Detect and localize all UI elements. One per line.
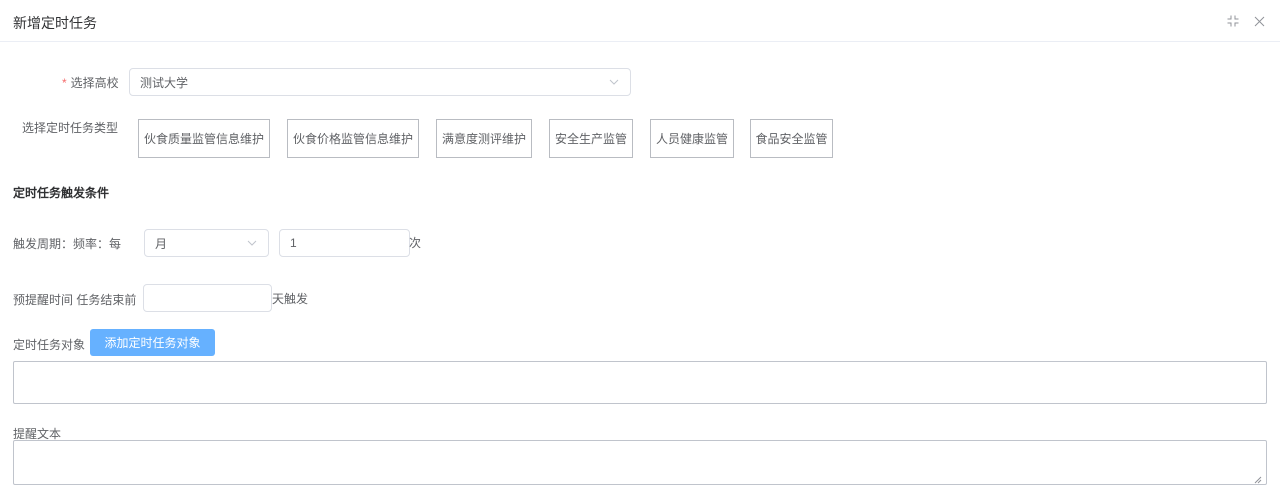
- period-select-value: 月: [155, 236, 168, 251]
- task-type-option-3[interactable]: 满意度测评维护: [436, 119, 532, 158]
- trigger-section-title: 定时任务触发条件: [13, 186, 110, 200]
- target-label: 定时任务对象: [13, 338, 86, 352]
- task-type-option-6[interactable]: 食品安全监管: [750, 119, 833, 158]
- compress-icon[interactable]: [1226, 14, 1240, 28]
- header-actions: [1226, 14, 1266, 28]
- reminder-row-label: 预提醒时间 任务结束前: [13, 291, 136, 308]
- target-list-box[interactable]: [13, 361, 1267, 404]
- cycle-label: 触发周期：: [13, 237, 74, 251]
- chevron-down-icon: [246, 237, 258, 249]
- reminder-suffix: 天触发: [272, 292, 309, 306]
- school-label: * 选择高校: [62, 74, 119, 91]
- school-label-text: 选择高校: [70, 76, 119, 90]
- school-select-value: 测试大学: [140, 75, 189, 90]
- school-select[interactable]: 测试大学: [129, 68, 631, 96]
- chevron-down-icon: [608, 76, 620, 88]
- every-label: 每: [109, 237, 122, 251]
- times-suffix: 次: [409, 236, 422, 250]
- required-mark: *: [62, 76, 67, 90]
- close-icon[interactable]: [1252, 14, 1266, 28]
- dialog-title: 新增定时任务: [13, 15, 97, 31]
- dialog-header: 新增定时任务: [0, 0, 1280, 42]
- task-type-option-2[interactable]: 伙食价格监管信息维护: [287, 119, 419, 158]
- period-select[interactable]: 月: [144, 229, 269, 257]
- reminder-label: 预提醒时间: [13, 293, 74, 307]
- frequency-count-value: 1: [290, 236, 297, 250]
- task-type-option-4[interactable]: 安全生产监管: [549, 119, 633, 158]
- before-end-label: 任务结束前: [76, 293, 137, 307]
- trigger-cycle-row: 触发周期：频率：每: [13, 235, 121, 252]
- resize-handle-icon[interactable]: [1254, 473, 1262, 484]
- remind-text-textarea[interactable]: [13, 440, 1267, 485]
- add-target-button[interactable]: 添加定时任务对象: [90, 329, 215, 356]
- frequency-count-input[interactable]: 1: [279, 229, 410, 257]
- task-type-option-5[interactable]: 人员健康监管: [650, 119, 734, 158]
- freq-label: 频率：: [73, 237, 110, 251]
- task-type-label: 选择定时任务类型: [22, 121, 119, 135]
- task-type-option-1[interactable]: 伙食质量监管信息维护: [138, 119, 270, 158]
- reminder-days-input[interactable]: [143, 284, 272, 312]
